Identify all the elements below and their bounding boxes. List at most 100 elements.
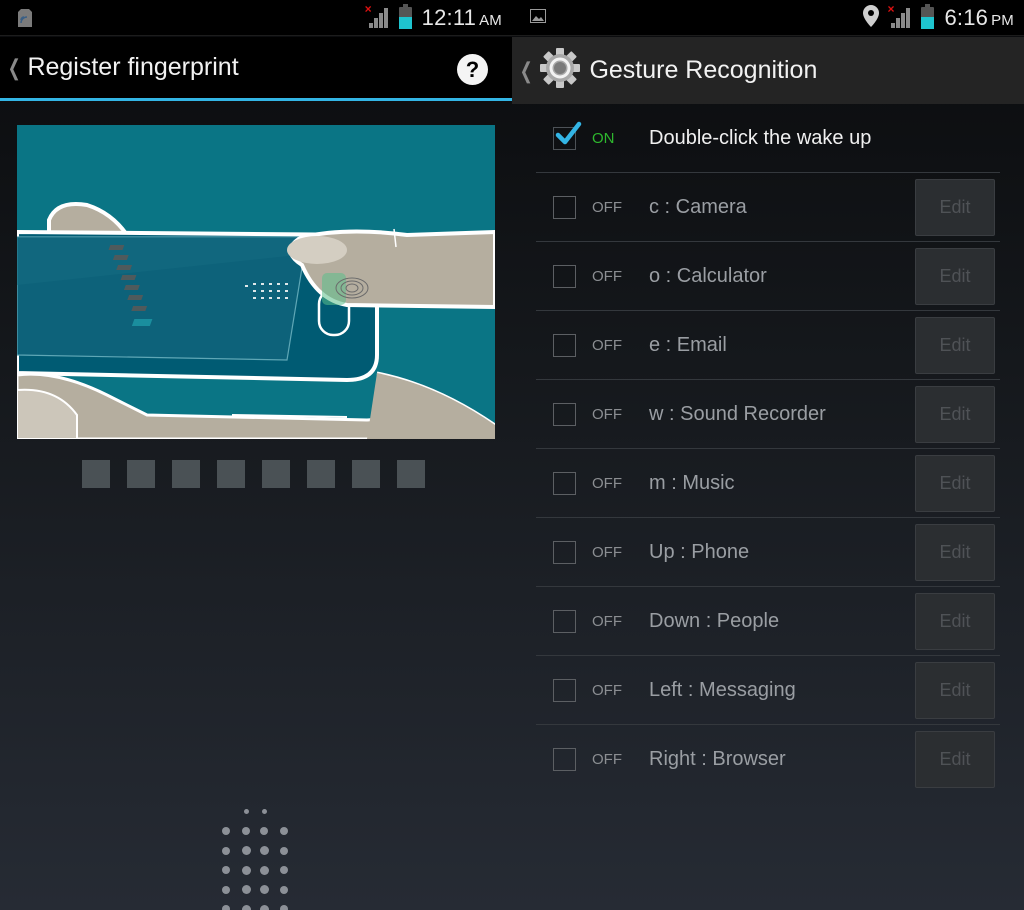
dot (259, 865, 269, 875)
gesture-row[interactable]: OFF o : Calculator Edit (536, 242, 1000, 311)
dot (222, 885, 230, 894)
gesture-state: OFF (592, 681, 622, 699)
gesture-row[interactable]: OFF m : Music Edit (536, 449, 1000, 518)
gesture-row[interactable]: OFF w : Sound Recorder Edit (536, 380, 1000, 449)
edit-button[interactable]: Edit (915, 454, 995, 512)
gesture-row[interactable]: OFF Down : People Edit (536, 587, 1000, 656)
progress-step (172, 460, 200, 488)
edit-button[interactable]: Edit (915, 523, 995, 581)
gesture-state: OFF (592, 543, 622, 561)
clock: 6:16 PM (944, 5, 1014, 30)
help-button[interactable]: ? (457, 54, 488, 85)
dot (241, 846, 251, 855)
action-bar: ❮ Gesture Recognition (512, 37, 1024, 104)
edit-button[interactable]: Edit (915, 247, 995, 305)
gesture-label: Up : Phone (649, 540, 750, 563)
edit-button[interactable]: Edit (915, 178, 995, 236)
gesture-label: o : Calculator (649, 264, 767, 287)
gesture-state: OFF (592, 336, 622, 354)
gesture-label: Left : Messaging (649, 678, 796, 701)
gesture-checkbox[interactable] (553, 333, 576, 357)
dot (241, 885, 251, 894)
dot (222, 905, 230, 910)
edit-button[interactable]: Edit (915, 592, 995, 650)
dot (280, 905, 288, 910)
gesture-checkbox[interactable] (553, 678, 576, 702)
gesture-row[interactable]: OFF Right : Browser Edit (536, 725, 1000, 794)
status-bar: × 12:11 AM (0, 0, 512, 36)
dot (280, 827, 288, 835)
gesture-checkbox[interactable] (553, 609, 576, 633)
gesture-checkbox[interactable] (553, 471, 576, 495)
edit-button[interactable]: Edit (915, 731, 995, 788)
settings-gear-icon[interactable] (539, 47, 589, 94)
signal-no-service-icon: × (887, 2, 911, 28)
dot (259, 846, 269, 855)
edit-button[interactable]: Edit (915, 316, 995, 374)
location-pin-icon (863, 4, 880, 32)
back-chevron-icon[interactable]: ❮ (8, 55, 21, 81)
dot (280, 866, 288, 874)
gesture-label: Down : People (649, 609, 780, 632)
data-card-icon (18, 9, 32, 32)
signal-no-service-icon: × (365, 2, 389, 28)
gesture-state: OFF (592, 612, 622, 630)
dot (259, 904, 269, 910)
dot (261, 808, 267, 814)
battery-icon (921, 4, 935, 29)
gesture-label: c : Camera (649, 195, 747, 218)
back-chevron-icon[interactable]: ❮ (520, 58, 533, 84)
gesture-checkbox[interactable] (553, 748, 576, 771)
action-bar: ❮ Register fingerprint ? (0, 37, 512, 101)
gesture-row[interactable]: ON Double-click the wake up (536, 104, 1000, 173)
gesture-state: OFF (592, 751, 622, 768)
edit-button[interactable]: Edit (915, 385, 995, 443)
gesture-checkbox[interactable] (553, 402, 576, 426)
registration-progress (82, 460, 425, 488)
clock: 12:11 AM (421, 5, 502, 30)
gesture-label: e : Email (649, 333, 727, 356)
page-title: Gesture Recognition (589, 56, 818, 84)
image-icon (530, 9, 546, 28)
dot (259, 885, 269, 894)
gesture-checkbox[interactable] (553, 540, 576, 564)
gesture-state: OFF (592, 405, 622, 423)
help-icon: ? (465, 57, 480, 82)
dot (280, 846, 288, 855)
gesture-checkbox[interactable] (553, 195, 576, 219)
gesture-checkbox[interactable] (553, 121, 582, 150)
progress-step (307, 460, 335, 488)
progress-step (82, 460, 110, 488)
gesture-list: ON Double-click the wake up OFF c : Camera E… (512, 104, 1024, 794)
progress-step (127, 460, 155, 488)
gesture-row[interactable]: OFF e : Email Edit (536, 311, 1000, 380)
dot (222, 846, 230, 855)
page-title: Register fingerprint (27, 53, 239, 81)
checkmark-icon (555, 121, 582, 144)
register-fingerprint-screen: × 12:11 AM ❮ Register fingerprint ? (0, 0, 512, 910)
gesture-state: OFF (592, 267, 622, 285)
progress-step (352, 460, 380, 488)
gesture-label: Double-click the wake up (649, 126, 872, 149)
gesture-label: w : Sound Recorder (649, 402, 826, 425)
dot (242, 827, 250, 835)
gesture-recognition-screen: × 6:16 PM ❮ Gesture Recognition ON Doubl… (512, 0, 1024, 910)
gesture-label: Right : Browser (649, 748, 786, 770)
dot (222, 827, 230, 835)
dot (280, 885, 288, 894)
gesture-label: m : Music (649, 471, 735, 494)
edit-button[interactable]: Edit (915, 661, 995, 719)
dot (260, 827, 268, 835)
gesture-checkbox[interactable] (553, 264, 576, 288)
dot (241, 865, 251, 875)
gesture-row[interactable]: OFF Left : Messaging Edit (536, 656, 1000, 725)
gesture-row[interactable]: OFF c : Camera Edit (536, 173, 1000, 242)
gesture-state: OFF (592, 198, 622, 216)
battery-icon (398, 4, 412, 29)
dot (222, 866, 230, 874)
gesture-row[interactable]: OFF Up : Phone Edit (536, 518, 1000, 587)
gesture-state: ON (592, 129, 615, 147)
progress-step (397, 460, 425, 488)
status-bar: × 6:16 PM (512, 0, 1024, 36)
dot (243, 808, 249, 814)
